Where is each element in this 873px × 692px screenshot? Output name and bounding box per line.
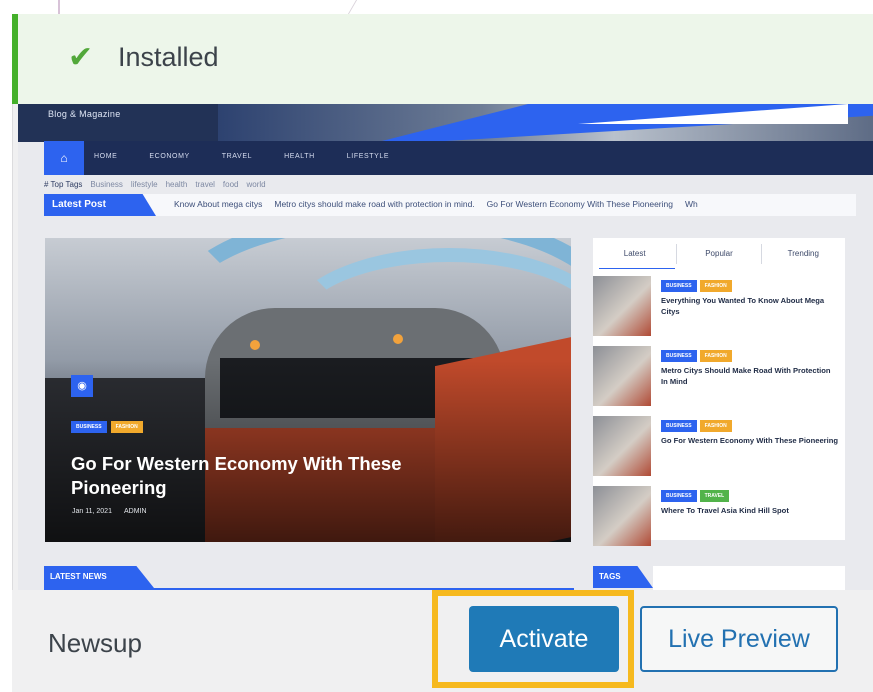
widget-tab: Popular bbox=[676, 244, 760, 264]
hero-meta: Jan 11, 2021 ADMIN bbox=[72, 508, 147, 515]
latest-ticker-item: Wh bbox=[684, 199, 698, 209]
post-badge: BUSINESS bbox=[661, 280, 697, 292]
top-tag: # Top Tags bbox=[44, 180, 83, 189]
post-badge: FASHION bbox=[699, 350, 732, 362]
top-tag: travel bbox=[195, 180, 215, 189]
top-tag: lifestyle bbox=[130, 180, 158, 189]
top-tag: health bbox=[165, 180, 188, 189]
theme-name: Newsup bbox=[48, 628, 142, 658]
post-badge: FASHION bbox=[699, 420, 732, 432]
installed-notice: ✔ Installed bbox=[12, 14, 873, 104]
preview-brand: Blog & Magazine bbox=[48, 109, 121, 119]
post-badge: BUSINESS bbox=[661, 420, 697, 432]
hero-date: Jan 11, 2021 bbox=[72, 508, 112, 515]
widget-tab: Latest bbox=[623, 249, 646, 258]
widget-post: BUSINESS FASHION Go For Western Economy Wi… bbox=[593, 416, 845, 482]
latest-news-label: LATEST NEWS bbox=[44, 566, 154, 588]
latest-ticker-item: Go For Western Economy With These Pionee… bbox=[486, 199, 673, 209]
hero-badge: BUSINESS bbox=[71, 421, 107, 433]
camera-icon: ◉ bbox=[71, 375, 93, 397]
preview-nav-item: ECONOMY bbox=[149, 153, 190, 160]
top-tag: Business bbox=[90, 180, 123, 189]
preview-nav: ⌂ HOME ECONOMY TRAVEL HEALTH LIFESTYLE bbox=[44, 141, 873, 175]
widget-post: BUSINESS TRAVEL Where To Travel Asia Kind … bbox=[593, 486, 845, 552]
preview-nav-item: HEALTH bbox=[284, 153, 315, 160]
check-icon: ✔ bbox=[68, 41, 94, 74]
widget-post: BUSINESS FASHION Everything You Wanted To … bbox=[593, 276, 845, 342]
post-title: Everything You Wanted To Know About Mega… bbox=[661, 296, 825, 316]
hero-author: ADMIN bbox=[123, 508, 147, 515]
top-decoration bbox=[0, 0, 873, 14]
preview-hero: ◉ BUSINESS FASHION Go For Western Economy… bbox=[45, 238, 571, 542]
preview-tabs-widget: Latest Popular Trending BUSINESS FASHION Eve… bbox=[593, 238, 845, 546]
post-badge: TRAVEL bbox=[699, 490, 730, 502]
preview-header: Blog & Magazine bbox=[18, 104, 873, 142]
post-badge: BUSINESS bbox=[661, 350, 697, 362]
latest-post-label: Latest Post bbox=[44, 194, 156, 216]
tags-label: TAGS bbox=[593, 566, 653, 588]
home-icon: ⌂ bbox=[44, 141, 84, 175]
theme-screenshot[interactable]: Blog & Magazine ⌂ HOME ECONOMY TRAVEL HEALT… bbox=[18, 104, 873, 590]
latest-ticker-item: Metro citys should make road with protec… bbox=[274, 199, 475, 209]
post-thumbnail bbox=[593, 486, 651, 546]
preview-nav-item: LIFESTYLE bbox=[346, 153, 390, 160]
post-title: Metro Citys Should Make Road With Protec… bbox=[661, 366, 831, 386]
post-title: Where To Travel Asia Kind Hill Spot bbox=[661, 506, 789, 515]
widget-post: BUSINESS FASHION Metro Citys Should Make R… bbox=[593, 346, 845, 412]
top-tag: world bbox=[246, 180, 266, 189]
hero-title: Go For Western Economy With These Pionee… bbox=[71, 453, 402, 498]
hero-badge: FASHION bbox=[110, 421, 143, 433]
post-thumbnail bbox=[593, 346, 651, 406]
widget-tab: Trending bbox=[760, 244, 845, 264]
post-thumbnail bbox=[593, 416, 651, 476]
top-tag: food bbox=[222, 180, 239, 189]
activate-button[interactable]: Activate bbox=[469, 606, 619, 672]
post-thumbnail bbox=[593, 276, 651, 336]
preview-top-tags: # Top Tags Business lifestyle health travel f… bbox=[44, 180, 266, 189]
post-badge: BUSINESS bbox=[661, 490, 697, 502]
preview-nav-item: HOME bbox=[94, 153, 118, 160]
post-title: Go For Western Economy With These Pionee… bbox=[661, 436, 839, 445]
notice-text: Installed bbox=[118, 42, 219, 72]
preview-latest-post-bar: Latest Post Know About mega citys Metro c… bbox=[44, 194, 856, 216]
live-preview-button[interactable]: Live Preview bbox=[640, 606, 838, 672]
preview-nav-item: TRAVEL bbox=[221, 153, 253, 160]
post-badge: FASHION bbox=[699, 280, 732, 292]
latest-ticker-item: Know About mega citys bbox=[174, 199, 263, 209]
